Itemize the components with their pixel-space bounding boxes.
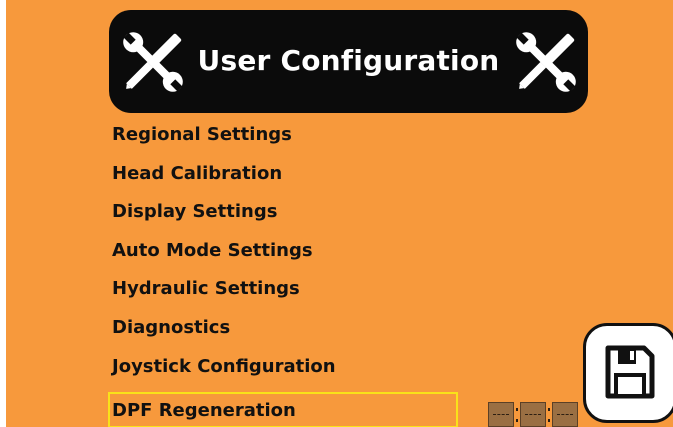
menu-item-joystick-configuration[interactable]: Joystick Configuration <box>108 354 468 393</box>
settings-menu: Regional Settings Head Calibration Displ… <box>108 122 468 427</box>
status-box-icon <box>488 402 514 427</box>
menu-item-regional-settings[interactable]: Regional Settings <box>108 122 468 161</box>
menu-item-head-calibration[interactable]: Head Calibration <box>108 161 468 200</box>
menu-item-auto-mode-settings[interactable]: Auto Mode Settings <box>108 238 468 277</box>
save-icon <box>605 345 655 399</box>
status-box-icon <box>520 402 546 427</box>
wrench-screwdriver-icon <box>516 32 576 92</box>
status-separator <box>548 408 550 422</box>
menu-item-display-settings[interactable]: Display Settings <box>108 199 468 238</box>
status-separator <box>516 408 518 422</box>
save-button[interactable] <box>583 323 673 423</box>
status-indicators <box>488 402 598 427</box>
status-box-icon <box>552 402 578 427</box>
screen: User Configuration Regional Settings Hea… <box>0 0 673 427</box>
menu-item-hydraulic-settings[interactable]: Hydraulic Settings <box>108 276 468 315</box>
menu-item-dpf-regeneration[interactable]: DPF Regeneration <box>108 392 458 427</box>
menu-item-diagnostics[interactable]: Diagnostics <box>108 315 468 354</box>
header-banner: User Configuration <box>109 10 588 113</box>
config-panel: User Configuration Regional Settings Hea… <box>6 0 673 427</box>
